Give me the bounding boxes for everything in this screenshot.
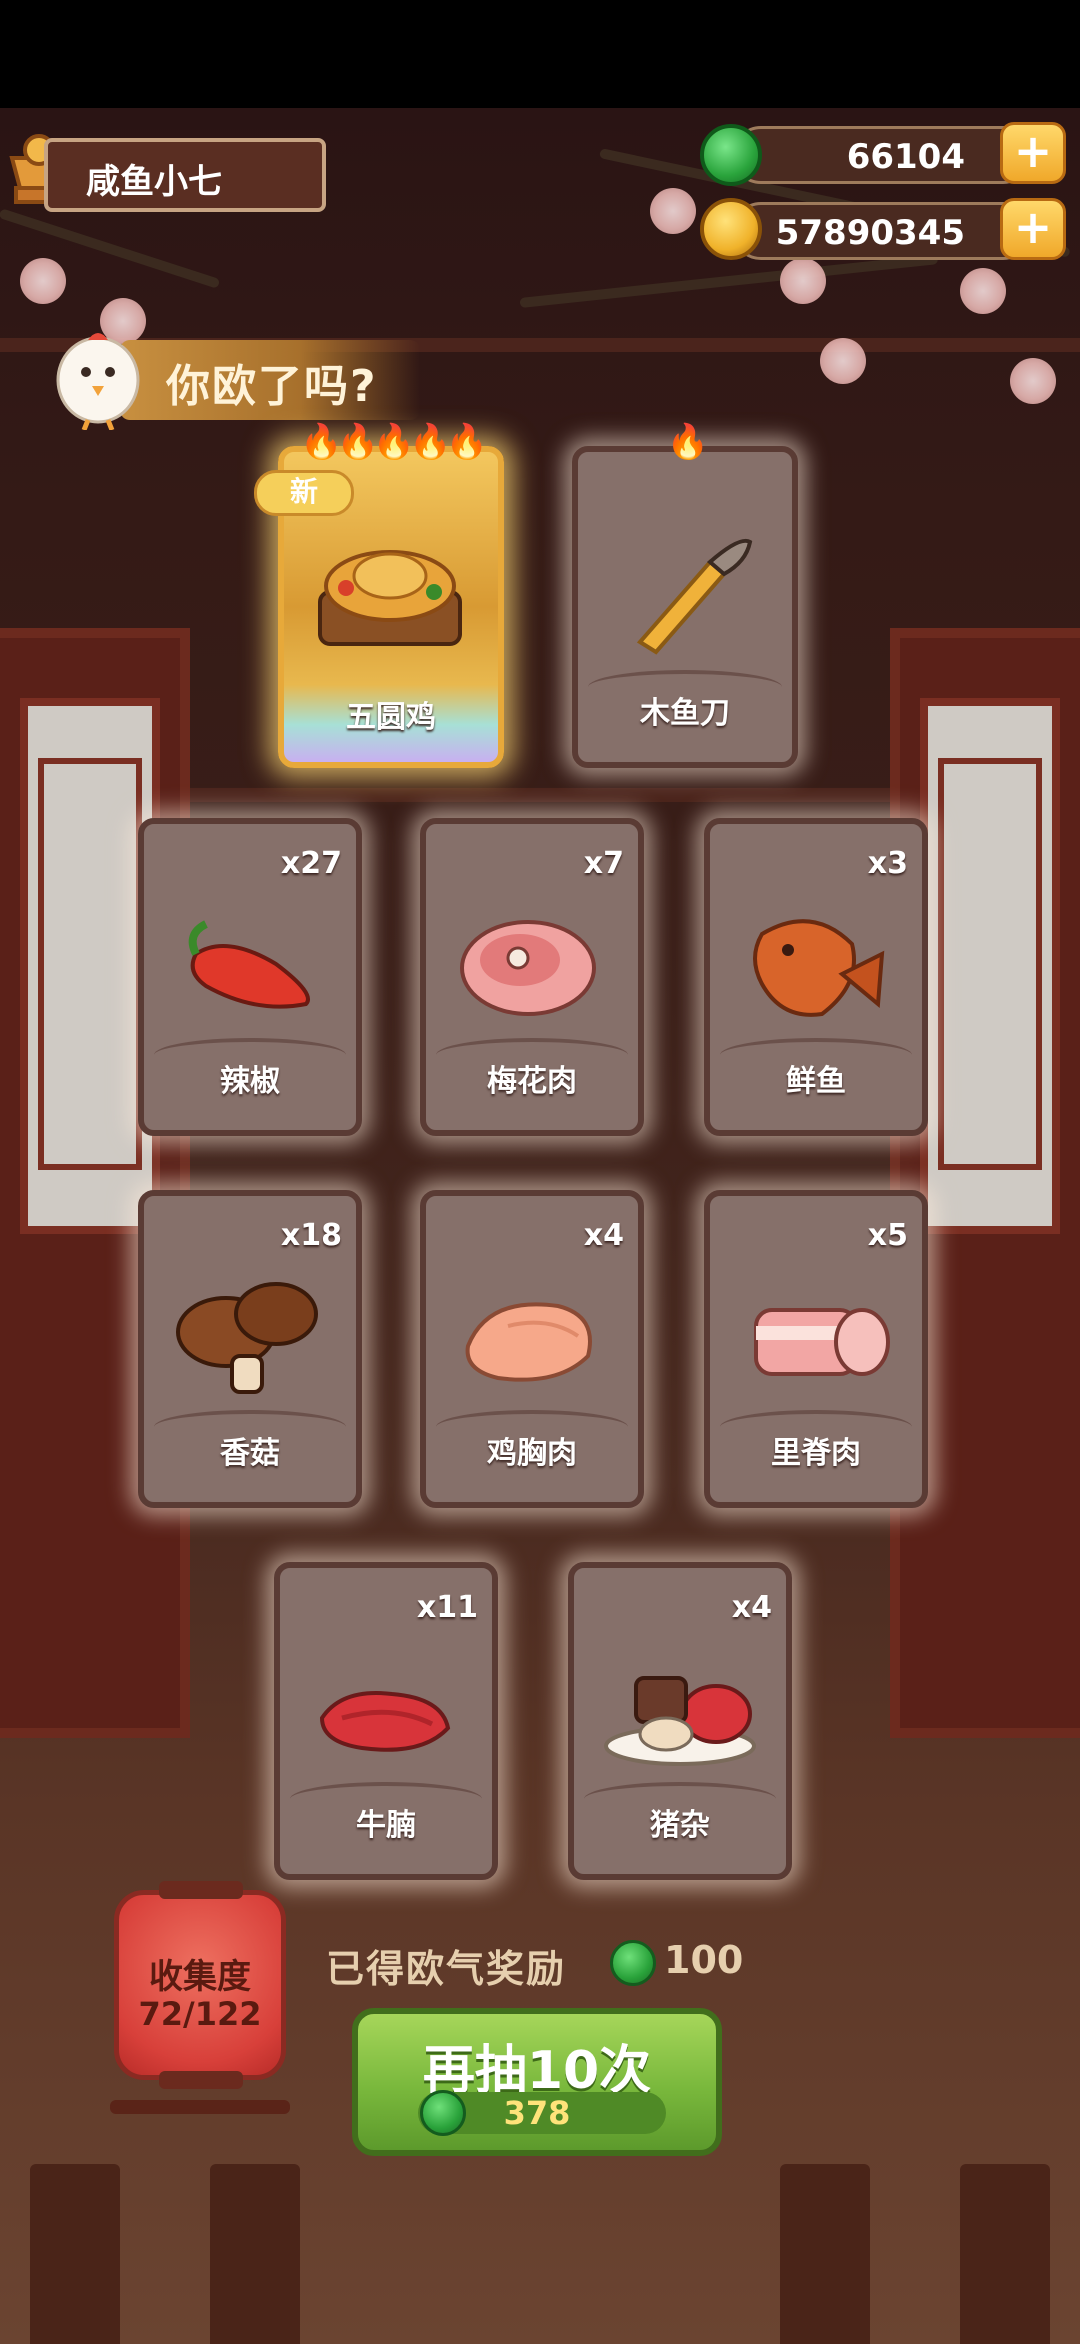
blossom: [820, 338, 866, 384]
jade-amount: 66104: [846, 137, 965, 177]
card-name: 五圆鸡: [346, 700, 436, 735]
collection-progress-lantern[interactable]: 收集度 72/122: [114, 1881, 286, 2089]
fence-post: [30, 2164, 120, 2344]
add-jade-button[interactable]: +: [1000, 122, 1066, 184]
knife-icon: [636, 539, 753, 655]
card-lijirou[interactable]: x5 里脊肉: [704, 1190, 928, 1508]
card-count: x18: [280, 1218, 342, 1253]
add-coin-button[interactable]: +: [1000, 198, 1066, 260]
card-xianyu[interactable]: x3 鲜鱼: [704, 818, 928, 1136]
draw-again-button[interactable]: 再抽10次 378: [352, 2008, 722, 2156]
reward-value: 100: [664, 1938, 744, 1982]
player-name-box[interactable]: 咸鱼小七: [44, 138, 326, 212]
card-name: 里脊肉: [771, 1436, 861, 1471]
card-meihuarou[interactable]: x7 梅花肉: [420, 818, 644, 1136]
chili-pepper-icon: [188, 920, 310, 1009]
card-jixiongrou[interactable]: x4 鸡胸肉: [420, 1190, 644, 1508]
card-name: 香菇: [220, 1436, 280, 1471]
right-door: [890, 628, 1080, 1738]
fence-post: [210, 2164, 300, 2344]
card-name: 木鱼刀: [640, 696, 730, 731]
card-star-rating: 🔥🔥🔥🔥🔥: [300, 422, 488, 462]
fence-post: [780, 2164, 870, 2344]
blossom: [1010, 358, 1056, 404]
jade-icon: [700, 124, 762, 186]
coin-currency-bar: 57890345: [732, 202, 1032, 260]
blossom: [780, 258, 826, 304]
card-count: x27: [280, 846, 342, 881]
draw-cost: 378: [503, 2094, 571, 2132]
card-zhuza[interactable]: x4 猪杂: [568, 1562, 792, 1880]
lantern-stand: [110, 2100, 290, 2114]
coin-amount: 57890345: [775, 213, 965, 253]
card-name: 鸡胸肉: [487, 1436, 577, 1471]
beef-brisket-icon: [319, 1691, 451, 1752]
player-name: 咸鱼小七: [86, 162, 222, 202]
card-lajiao[interactable]: x27 辣椒: [138, 818, 362, 1136]
card-count: x4: [731, 1590, 772, 1625]
pork-shoulder-icon: [460, 920, 596, 1016]
mushroom-icon: [176, 1282, 318, 1394]
left-door: [0, 628, 190, 1738]
fish-icon: [753, 919, 885, 1017]
card-name: 牛腩: [356, 1808, 416, 1843]
card-xianggu[interactable]: x18 香菇: [138, 1190, 362, 1508]
collection-label: 收集度: [149, 1957, 251, 1997]
card-count: x11: [416, 1590, 478, 1625]
card-name: 辣椒: [220, 1064, 280, 1099]
collection-progress: 72/122: [138, 1995, 262, 2033]
card-wuyuanji[interactable]: 🔥🔥🔥🔥🔥 新 五圆鸡: [254, 422, 504, 768]
card-niunan[interactable]: x11 牛腩: [274, 1562, 498, 1880]
roast-chicken-dish-icon: [318, 550, 462, 646]
chick-mascot-icon: [56, 333, 140, 430]
card-name: 猪杂: [650, 1808, 710, 1843]
blossom: [960, 268, 1006, 314]
reward-label: 已得欧气奖励: [326, 1947, 567, 1991]
new-badge: 新: [254, 470, 354, 516]
tenderloin-icon: [754, 1308, 890, 1376]
card-count: x5: [867, 1218, 908, 1253]
fence-post: [960, 2164, 1050, 2344]
card-count: x7: [583, 846, 624, 881]
blossom: [20, 258, 66, 304]
chicken-breast-icon: [465, 1302, 592, 1382]
card-star-rating: 🔥: [666, 422, 709, 462]
coin-icon: [700, 198, 762, 260]
jade-icon: [610, 1940, 656, 1986]
pork-offal-icon: [604, 1676, 756, 1766]
jade-currency-bar: 66104: [732, 126, 1032, 184]
blossom: [650, 188, 696, 234]
card-name: 梅花肉: [487, 1064, 577, 1099]
banner-title: 你欧了吗?: [166, 361, 378, 412]
blossom-branch: [519, 254, 939, 308]
card-name: 鲜鱼: [786, 1064, 846, 1099]
card-count: x3: [867, 846, 908, 881]
card-muyudao[interactable]: 🔥 木鱼刀: [572, 422, 798, 768]
card-count: x4: [583, 1218, 624, 1253]
